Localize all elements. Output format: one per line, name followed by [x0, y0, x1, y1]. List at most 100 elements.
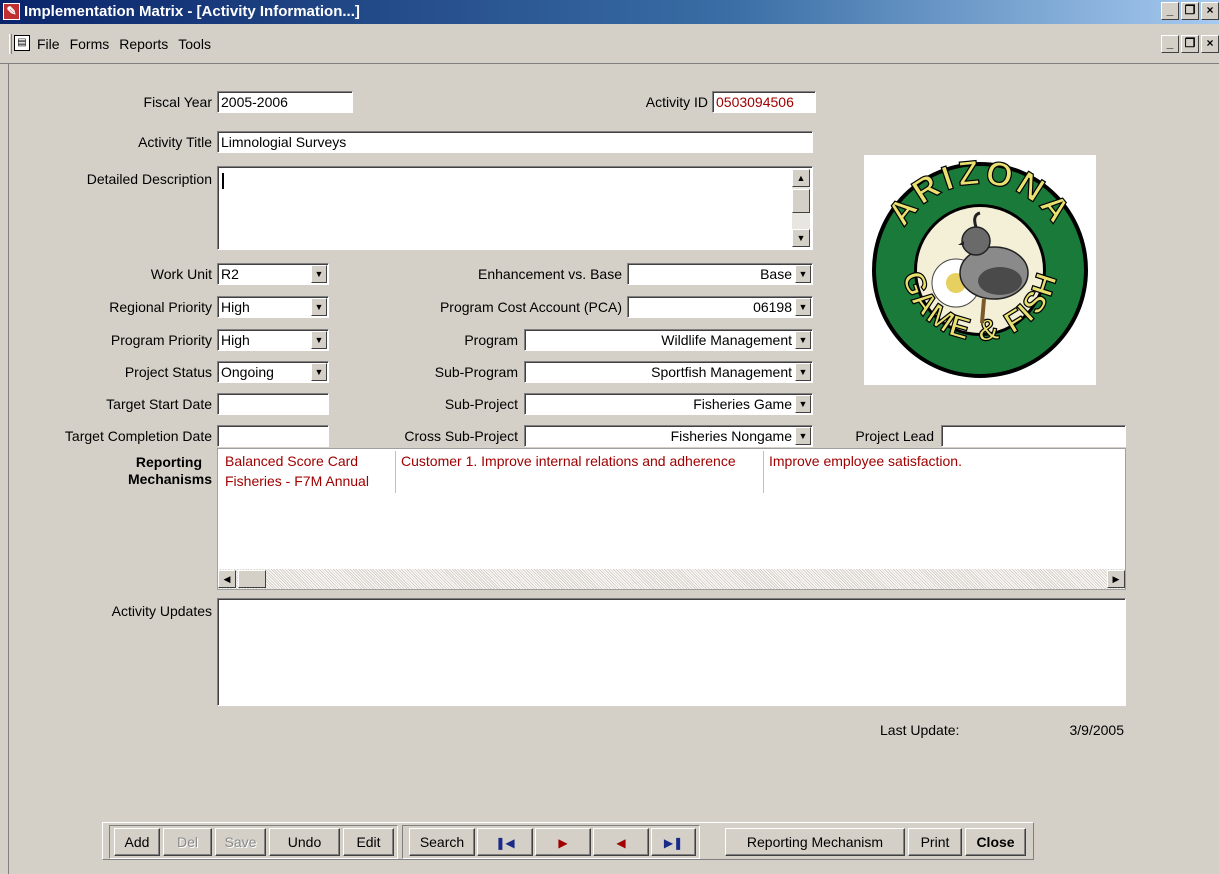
- scroll-down-button[interactable]: ▼: [792, 229, 810, 247]
- dropdown-arrow-icon[interactable]: ▼: [311, 265, 327, 283]
- reporting-mechanisms-label: Reporting Mechanisms: [60, 454, 212, 488]
- dropdown-arrow-icon[interactable]: ▼: [311, 298, 327, 316]
- close-window-button[interactable]: ×: [1201, 2, 1219, 20]
- activity-updates-field[interactable]: [217, 598, 1126, 706]
- program-priority-value: High: [221, 332, 250, 348]
- last-update-value: 3/9/2005: [1069, 722, 1125, 738]
- program-label: Program: [464, 332, 518, 348]
- close-button[interactable]: Close: [965, 828, 1026, 856]
- dropdown-arrow-icon[interactable]: ▼: [795, 427, 811, 445]
- save-button[interactable]: Save: [215, 828, 266, 856]
- program-value: Wildlife Management: [661, 332, 792, 348]
- sub-program-value: Sportfish Management: [651, 364, 792, 380]
- cross-sub-project-label: Cross Sub-Project: [404, 428, 518, 444]
- scroll-thumb[interactable]: [792, 189, 810, 213]
- target-completion-date-label: Target Completion Date: [64, 428, 212, 444]
- last-record-button[interactable]: ▶❚: [651, 828, 696, 856]
- last-record-icon: ▶❚: [663, 836, 684, 850]
- program-cost-account-value: 06198: [753, 299, 792, 315]
- menu-reports[interactable]: Reports: [119, 36, 168, 52]
- enhancement-vs-base-combo[interactable]: Base ▼: [627, 263, 813, 285]
- doc-close-button[interactable]: ×: [1201, 35, 1219, 53]
- activity-title-field[interactable]: Limnologial Surveys: [217, 131, 813, 153]
- restore-button[interactable]: ❐: [1181, 2, 1199, 20]
- list-item[interactable]: Customer 1. Improve internal relations a…: [401, 453, 762, 469]
- sub-program-combo[interactable]: Sportfish Management ▼: [524, 361, 813, 383]
- next-record-icon: ▶: [558, 836, 568, 850]
- activity-updates-label: Activity Updates: [111, 603, 212, 619]
- print-button[interactable]: Print: [908, 828, 962, 856]
- cross-sub-project-value: Fisheries Nongame: [670, 428, 792, 444]
- record-toolbar: Add Del Save Undo Edit Search ❚◀ ▶ ◀ ▶❚ …: [102, 822, 1034, 860]
- sub-project-value: Fisheries Game: [693, 396, 792, 412]
- reporting-label-line1: Reporting: [135, 454, 202, 470]
- window-controls: _ ❐ ×: [1161, 2, 1219, 20]
- sub-program-label: Sub-Program: [434, 364, 518, 380]
- reporting-mechanism-button[interactable]: Reporting Mechanism: [725, 828, 905, 856]
- doc-minimize-button[interactable]: _: [1161, 35, 1179, 53]
- program-cost-account-combo[interactable]: 06198 ▼: [627, 296, 813, 318]
- dropdown-arrow-icon[interactable]: ▼: [795, 395, 811, 413]
- document-window-controls: _ ❐ ×: [1161, 35, 1219, 53]
- menu-file[interactable]: File: [37, 36, 60, 52]
- program-priority-label: Program Priority: [110, 332, 212, 348]
- work-unit-combo[interactable]: R2 ▼: [217, 263, 329, 285]
- dropdown-arrow-icon[interactable]: ▼: [311, 363, 327, 381]
- search-button[interactable]: Search: [409, 828, 475, 856]
- list-item[interactable]: Improve employee satisfaction.: [769, 453, 1109, 469]
- scroll-thumb[interactable]: [238, 570, 266, 588]
- minimize-button[interactable]: _: [1161, 2, 1179, 20]
- project-status-combo[interactable]: Ongoing ▼: [217, 361, 329, 383]
- regional-priority-value: High: [221, 299, 250, 315]
- target-start-date-label: Target Start Date: [106, 396, 212, 412]
- target-start-date-field[interactable]: [217, 393, 329, 415]
- sub-project-combo[interactable]: Fisheries Game ▼: [524, 393, 813, 415]
- title-bar: ✎ Implementation Matrix - [Activity Info…: [0, 0, 1219, 24]
- reporting-mechanisms-list[interactable]: Balanced Score Card Customer 1. Improve …: [217, 448, 1126, 590]
- previous-record-button[interactable]: ◀: [593, 828, 649, 856]
- edit-button[interactable]: Edit: [343, 828, 394, 856]
- project-lead-field[interactable]: [941, 425, 1126, 447]
- work-unit-value: R2: [221, 266, 239, 282]
- app-icon: ✎: [3, 3, 20, 20]
- add-button[interactable]: Add: [114, 828, 160, 856]
- activity-title-label: Activity Title: [138, 134, 212, 150]
- menu-tools[interactable]: Tools: [178, 36, 211, 52]
- next-record-button[interactable]: ▶: [535, 828, 591, 856]
- description-scrollbar[interactable]: ▲ ▼: [792, 169, 810, 247]
- program-combo[interactable]: Wildlife Management ▼: [524, 329, 813, 351]
- dropdown-arrow-icon[interactable]: ▼: [311, 331, 327, 349]
- activity-id-label: Activity ID: [645, 94, 708, 110]
- dropdown-arrow-icon[interactable]: ▼: [795, 363, 811, 381]
- agency-logo: ARIZONA GAME & FISH: [864, 153, 1096, 385]
- undo-button[interactable]: Undo: [269, 828, 340, 856]
- form-icon[interactable]: ▤: [14, 35, 30, 51]
- reporting-horizontal-scrollbar[interactable]: ◀ ▶: [218, 569, 1125, 589]
- doc-restore-button[interactable]: ❐: [1181, 35, 1199, 53]
- menu-bar: ▤ File Forms Reports Tools _ ❐ ×: [0, 24, 1219, 64]
- menu-forms[interactable]: Forms: [70, 36, 110, 52]
- project-status-value: Ongoing: [221, 364, 274, 380]
- project-status-label: Project Status: [124, 364, 212, 380]
- program-priority-combo[interactable]: High ▼: [217, 329, 329, 351]
- target-completion-date-field[interactable]: [217, 425, 329, 447]
- dropdown-arrow-icon[interactable]: ▼: [795, 331, 811, 349]
- dropdown-arrow-icon[interactable]: ▼: [795, 298, 811, 316]
- activity-id-field: 0503094506: [712, 91, 816, 113]
- detailed-description-field[interactable]: ▲ ▼: [217, 166, 813, 250]
- regional-priority-combo[interactable]: High ▼: [217, 296, 329, 318]
- scroll-up-button[interactable]: ▲: [792, 169, 810, 187]
- last-update-label: Last Update:: [880, 722, 960, 738]
- enhancement-vs-base-label: Enhancement vs. Base: [478, 266, 622, 282]
- scroll-right-button[interactable]: ▶: [1107, 570, 1125, 588]
- column-divider: [763, 451, 764, 493]
- list-item[interactable]: Fisheries - F7M Annual: [225, 473, 395, 489]
- delete-button[interactable]: Del: [163, 828, 212, 856]
- dropdown-arrow-icon[interactable]: ▼: [795, 265, 811, 283]
- cross-sub-project-combo[interactable]: Fisheries Nongame ▼: [524, 425, 813, 447]
- list-item[interactable]: Balanced Score Card: [225, 453, 395, 469]
- first-record-button[interactable]: ❚◀: [477, 828, 533, 856]
- scroll-left-button[interactable]: ◀: [218, 570, 236, 588]
- fiscal-year-label: Fiscal Year: [143, 94, 212, 110]
- fiscal-year-field[interactable]: 2005-2006: [217, 91, 353, 113]
